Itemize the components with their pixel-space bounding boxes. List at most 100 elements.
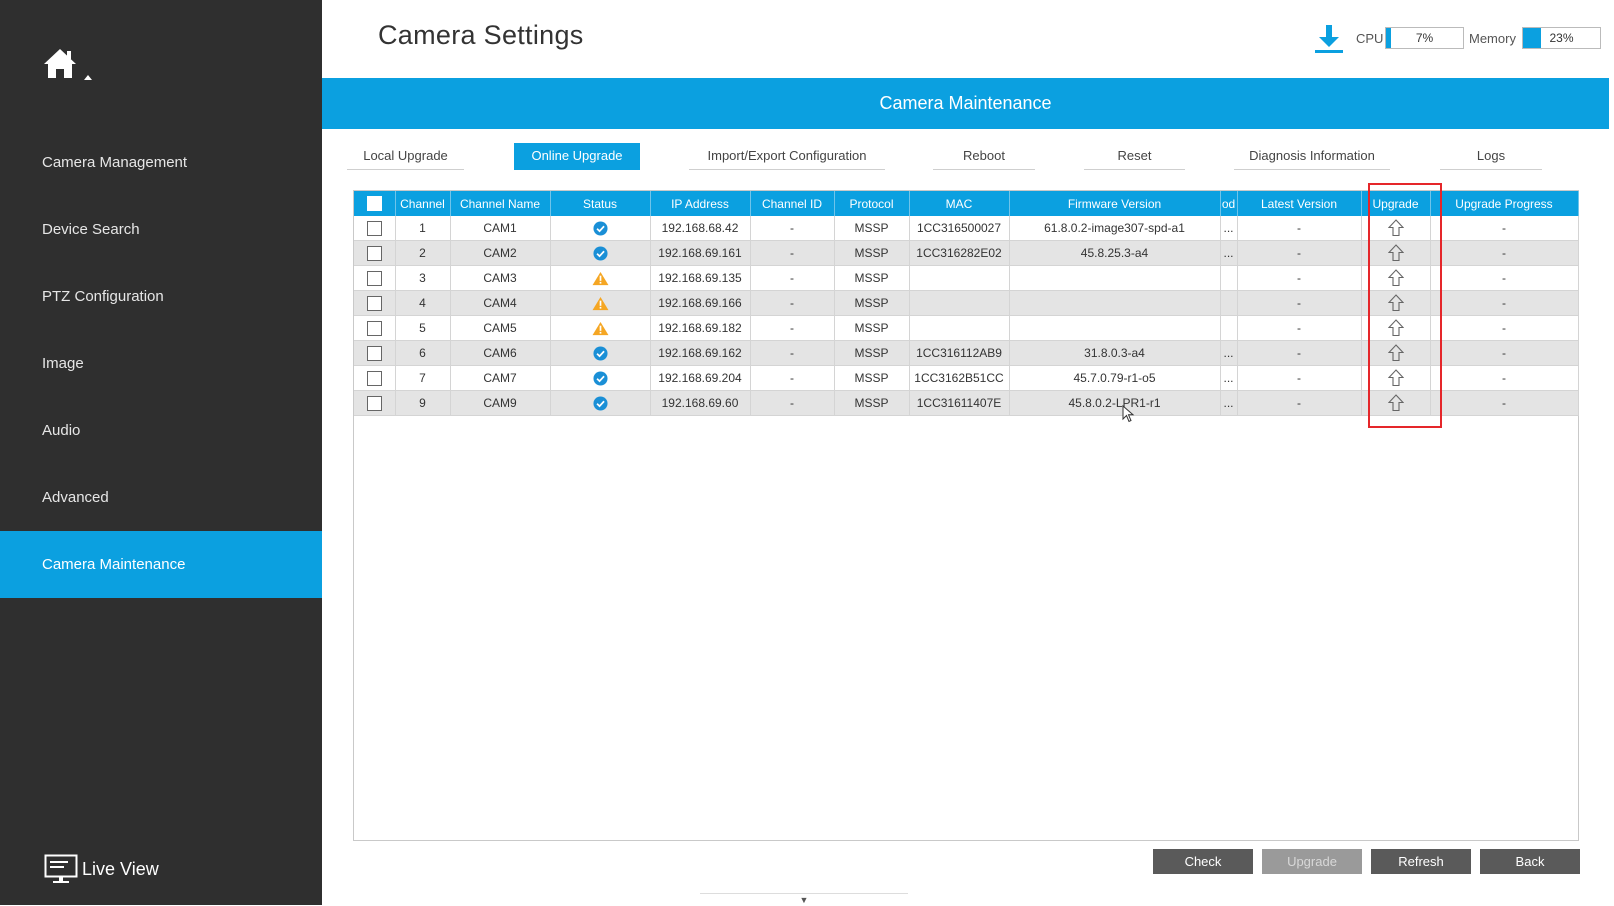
warning-triangle-icon <box>592 296 608 310</box>
upgrade-cell <box>1361 290 1431 316</box>
camera-table-container[interactable]: Channel Channel Name Status IP Address C… <box>353 190 1579 841</box>
column-header-latest-version[interactable]: Latest Version <box>1237 191 1362 216</box>
protocol-cell: MSSP <box>834 240 910 266</box>
sidebar-item-image[interactable]: Image <box>0 330 322 397</box>
sidebar-item-device-search[interactable]: Device Search <box>0 196 322 263</box>
channel-name-cell: CAM4 <box>450 290 551 316</box>
protocol-cell: MSSP <box>834 365 910 391</box>
row-checkbox[interactable] <box>366 345 382 361</box>
protocol-cell: MSSP <box>834 265 910 291</box>
row-checkbox[interactable] <box>366 370 382 386</box>
download-icon[interactable] <box>1314 24 1344 54</box>
refresh-button[interactable]: Refresh <box>1371 849 1471 874</box>
mac-cell <box>909 290 1010 316</box>
channel-id-cell: - <box>750 265 835 291</box>
table-row[interactable]: 7 CAM7 192.168.69.204- MSSP 1CC3162B51CC 45.7… <box>354 365 1579 391</box>
cpu-meter: 7% <box>1385 27 1464 49</box>
upload-arrow-icon[interactable] <box>1387 294 1404 312</box>
tab-import-export-configuration[interactable]: Import/Export Configuration <box>689 143 885 170</box>
page-title: Camera Settings <box>378 20 584 50</box>
sidebar-item-audio[interactable]: Audio <box>0 397 322 464</box>
upload-arrow-icon[interactable] <box>1387 369 1404 387</box>
channel-cell: 7 <box>395 365 451 391</box>
tab-reboot[interactable]: Reboot <box>933 143 1035 170</box>
warning-triangle-icon <box>592 271 608 285</box>
tab-online-upgrade[interactable]: Online Upgrade <box>514 143 640 170</box>
table-row[interactable]: 6 CAM6 192.168.69.162- MSSP 1CC316112AB9 31.8… <box>354 340 1579 366</box>
latest-version-cell: - <box>1237 315 1362 341</box>
live-view-button[interactable]: Live View <box>44 852 159 886</box>
column-header-mac[interactable]: MAC <box>909 191 1010 216</box>
table-row[interactable]: 1 CAM1 192.168.68.42- MSSP 1CC316500027 61.8.… <box>354 216 1579 241</box>
column-header-od[interactable]: od <box>1220 191 1238 216</box>
upgrade-progress-cell: - <box>1430 390 1579 416</box>
row-checkbox[interactable] <box>366 270 382 286</box>
channel-id-cell: - <box>750 315 835 341</box>
upload-arrow-icon[interactable] <box>1387 269 1404 287</box>
mouse-cursor-icon <box>1122 405 1135 423</box>
table-row[interactable]: 3 CAM3 192.168.69.135- MSSP - - <box>354 265 1579 291</box>
upgrade-progress-cell: - <box>1430 315 1579 341</box>
od-cell: ... <box>1220 340 1238 366</box>
memory-meter: 23% <box>1522 27 1601 49</box>
protocol-cell: MSSP <box>834 216 910 241</box>
upgrade-button[interactable]: Upgrade <box>1262 849 1362 874</box>
row-checkbox[interactable] <box>366 245 382 261</box>
status-cell <box>550 365 651 391</box>
od-cell <box>1220 290 1238 316</box>
row-checkbox[interactable] <box>366 320 382 336</box>
sidebar-item-camera-management[interactable]: Camera Management <box>0 129 322 196</box>
upload-arrow-icon[interactable] <box>1387 219 1404 237</box>
column-header-firmware-version[interactable]: Firmware Version <box>1009 191 1221 216</box>
sidebar-item-advanced[interactable]: Advanced <box>0 464 322 531</box>
tab-reset[interactable]: Reset <box>1084 143 1185 170</box>
upload-arrow-icon[interactable] <box>1387 344 1404 362</box>
column-header-upgrade[interactable]: Upgrade <box>1361 191 1431 216</box>
channel-name-cell: CAM1 <box>450 216 551 241</box>
row-select-cell <box>354 315 396 341</box>
row-checkbox[interactable] <box>366 395 382 411</box>
upgrade-progress-cell: - <box>1430 265 1579 291</box>
bottom-panel-handle[interactable]: ▼ <box>700 893 908 906</box>
column-header-ip-address[interactable]: IP Address <box>650 191 751 216</box>
mac-cell <box>909 315 1010 341</box>
upload-arrow-icon[interactable] <box>1387 244 1404 262</box>
table-row[interactable]: 4 CAM4 192.168.69.166- MSSP - - <box>354 290 1579 316</box>
home-icon[interactable] <box>42 46 92 86</box>
latest-version-cell: - <box>1237 290 1362 316</box>
upload-arrow-icon[interactable] <box>1387 319 1404 337</box>
mac-cell: 1CC316112AB9 <box>909 340 1010 366</box>
sidebar-item-ptz-configuration[interactable]: PTZ Configuration <box>0 263 322 330</box>
sidebar-item-camera-maintenance[interactable]: Camera Maintenance <box>0 531 322 598</box>
row-checkbox[interactable] <box>366 295 382 311</box>
column-header-upgrade-progress[interactable]: Upgrade Progress <box>1430 191 1579 216</box>
table-row[interactable]: 9 CAM9 192.168.69.60- MSSP 1CC31611407E 45.8.… <box>354 390 1579 416</box>
column-header-channel-id[interactable]: Channel ID <box>750 191 835 216</box>
row-select-cell <box>354 216 396 241</box>
check-circle-icon <box>592 371 608 386</box>
check-button[interactable]: Check <box>1153 849 1253 874</box>
upgrade-cell <box>1361 340 1431 366</box>
channel-name-cell: CAM5 <box>450 315 551 341</box>
status-cell <box>550 315 651 341</box>
tab-local-upgrade[interactable]: Local Upgrade <box>347 143 464 170</box>
tab-logs[interactable]: Logs <box>1440 143 1542 170</box>
column-header-channel[interactable]: Channel <box>395 191 451 216</box>
back-button[interactable]: Back <box>1480 849 1580 874</box>
row-checkbox[interactable] <box>366 220 382 236</box>
status-cell <box>550 340 651 366</box>
table-row[interactable]: 2 CAM2 192.168.69.161- MSSP 1CC316282E02 45.8… <box>354 240 1579 266</box>
channel-cell: 4 <box>395 290 451 316</box>
channel-cell: 5 <box>395 315 451 341</box>
tab-diagnosis-information[interactable]: Diagnosis Information <box>1234 143 1390 170</box>
upload-arrow-icon[interactable] <box>1387 394 1404 412</box>
column-header-protocol[interactable]: Protocol <box>834 191 910 216</box>
column-header-channel-name[interactable]: Channel Name <box>450 191 551 216</box>
firmware-version-cell <box>1009 265 1221 291</box>
column-header-status[interactable]: Status <box>550 191 651 216</box>
select-all-checkbox[interactable] <box>366 196 382 212</box>
mac-cell: 1CC316500027 <box>909 216 1010 241</box>
ip-address-cell: 192.168.69.60 <box>650 390 751 416</box>
upgrade-progress-cell: - <box>1430 365 1579 391</box>
table-row[interactable]: 5 CAM5 192.168.69.182- MSSP - - <box>354 315 1579 341</box>
